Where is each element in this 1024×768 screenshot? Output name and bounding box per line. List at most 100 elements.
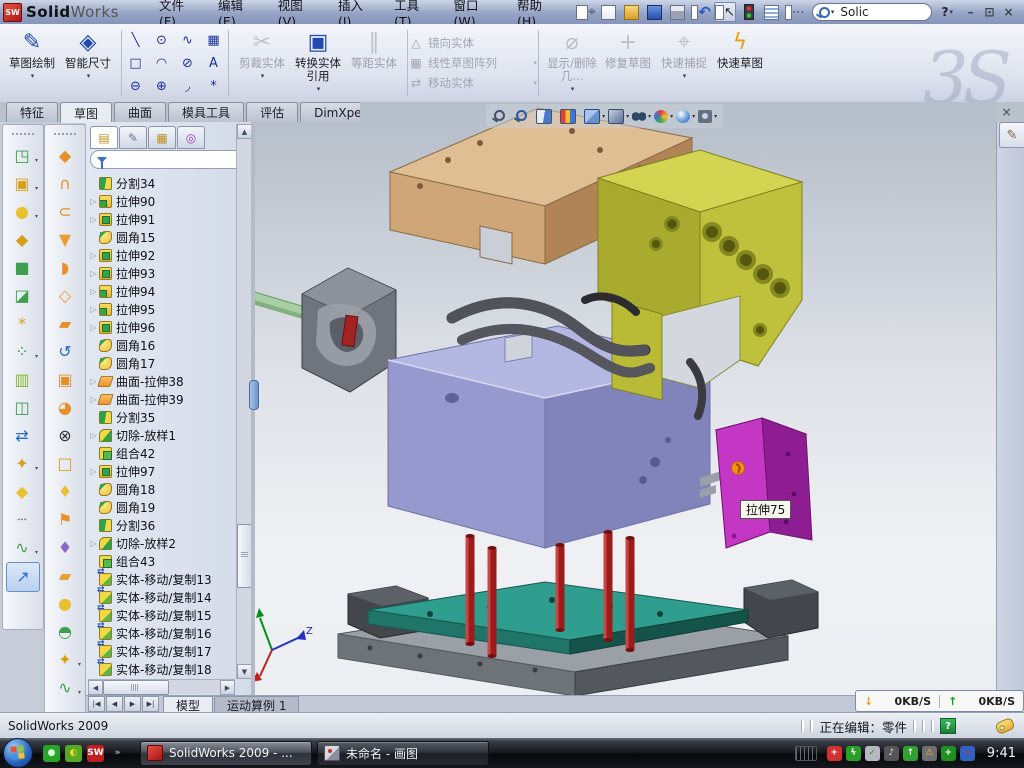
toolbar-icon[interactable] xyxy=(622,3,642,21)
view-tool-button[interactable]: ▾ xyxy=(676,110,695,123)
tree-item[interactable]: 曲面-拉伸38 xyxy=(88,372,236,390)
tree-item[interactable]: 拉伸92 xyxy=(88,246,236,264)
tag-icon[interactable] xyxy=(994,717,1015,735)
toolbar-icon[interactable] xyxy=(599,3,619,21)
panel-splitter-handle[interactable] xyxy=(249,380,259,410)
feature-tool-button[interactable]: ◆ ▾ xyxy=(6,478,38,506)
window-button[interactable]: – xyxy=(961,4,980,20)
ribbon-tab[interactable]: 曲面 xyxy=(114,102,166,122)
sketch-entity-button[interactable]: A xyxy=(201,52,227,75)
expand-arrow-icon[interactable] xyxy=(88,467,99,476)
expand-arrow-icon[interactable] xyxy=(88,215,99,224)
tab-nav-button[interactable]: |◀ xyxy=(88,696,105,712)
tree-item[interactable]: 拉伸97 xyxy=(88,462,236,480)
command-button[interactable]: ⇄ 移动实体 ▾ xyxy=(409,73,537,93)
tree-item[interactable]: 实体-移动/复制14 xyxy=(88,588,236,606)
model-magenta-block[interactable] xyxy=(716,418,812,548)
command-button[interactable]: ⌀ 显示/删除几... ▾ xyxy=(544,27,600,99)
toolbar-icon[interactable] xyxy=(762,3,782,21)
language-bar-icon[interactable] xyxy=(795,746,817,761)
tab-nav-button[interactable]: ▶ xyxy=(124,696,141,712)
tray-icon[interactable]: + xyxy=(941,746,956,761)
feature-tool-button[interactable]: ┄ ▾ xyxy=(6,506,38,534)
tree-item[interactable]: 实体-移动/复制17 xyxy=(88,642,236,660)
toolbar-icon[interactable] xyxy=(668,3,688,21)
manager-tab[interactable]: ◎ xyxy=(177,126,205,149)
feature-tool-button[interactable]: ◪ ▾ xyxy=(6,282,38,310)
tree-item[interactable]: 组合43 xyxy=(88,552,236,570)
tree-item[interactable]: 圆角15 xyxy=(88,228,236,246)
sketch-entity-button[interactable]: ⊙ xyxy=(149,29,175,52)
ribbon-tab[interactable]: 草图 xyxy=(60,102,112,123)
surface-tool-button[interactable]: ◆ ▾ xyxy=(49,142,81,170)
feature-tool-button[interactable]: ● ▾ xyxy=(6,198,38,226)
surface-tool-button[interactable]: ◕ ▾ xyxy=(49,394,81,422)
tray-icon[interactable]: ϟ xyxy=(846,746,861,761)
window-button[interactable]: ⊡ xyxy=(980,4,999,20)
surface-tool-button[interactable]: ∿ ▾ xyxy=(49,674,81,702)
tree-item[interactable]: 圆角17 xyxy=(88,354,236,372)
view-tool-button[interactable]: ▾ xyxy=(632,110,651,123)
feature-tool-button[interactable]: ■ ▾ xyxy=(6,254,38,282)
feature-tool-button[interactable]: ◫ ▾ xyxy=(6,394,38,422)
toolbar-grip[interactable] xyxy=(12,133,34,138)
tray-icon[interactable]: ♪ xyxy=(884,746,899,761)
sketch-entity-button[interactable]: ◠ xyxy=(149,52,175,75)
toolbar-icon[interactable]: ⋯ xyxy=(785,3,805,21)
command-button[interactable]: ✎ 草图绘制 ▾ xyxy=(4,27,60,99)
command-button[interactable]: ▦ 线性草图阵列 ▾ xyxy=(409,53,537,73)
expand-arrow-icon[interactable] xyxy=(88,251,99,260)
tree-item[interactable]: 曲面-拉伸39 xyxy=(88,390,236,408)
scrollbar-thumb[interactable] xyxy=(103,680,169,695)
manager-tab[interactable]: ✎ xyxy=(119,126,147,149)
tree-item[interactable]: 切除-放样2 xyxy=(88,534,236,552)
tree-item[interactable]: 分割36 xyxy=(88,516,236,534)
tab-nav-button[interactable]: ◀ xyxy=(106,696,123,712)
surface-tool-button[interactable]: ⊗ ▾ xyxy=(49,422,81,450)
tray-icon[interactable]: + xyxy=(827,746,842,761)
tree-item[interactable]: 拉伸95 xyxy=(88,300,236,318)
tray-icon[interactable]: ↑ xyxy=(903,746,918,761)
tab-nav-button[interactable]: ▶| xyxy=(142,696,159,712)
sketch-entity-button[interactable]: ◞ xyxy=(175,75,201,98)
expand-arrow-icon[interactable] xyxy=(88,323,99,332)
tree-item[interactable]: 拉伸93 xyxy=(88,264,236,282)
feature-tool-button[interactable]: * ▾ xyxy=(6,310,38,338)
tree-item[interactable]: 拉伸96 xyxy=(88,318,236,336)
toolbar-icon[interactable]: ↶ xyxy=(691,3,711,21)
window-button[interactable]: × xyxy=(999,4,1018,20)
toolbar-icon[interactable] xyxy=(645,3,665,21)
expand-arrow-icon[interactable] xyxy=(88,287,99,296)
model-yellow-clamp[interactable] xyxy=(598,150,802,400)
tree-item[interactable]: 切除-放样1 xyxy=(88,426,236,444)
feature-tool-button[interactable]: ◆ ▾ xyxy=(6,226,38,254)
expand-arrow-icon[interactable] xyxy=(88,269,99,278)
sketch-entity-button[interactable]: * xyxy=(201,75,227,98)
toolbar-grip[interactable] xyxy=(54,133,76,138)
search-input[interactable]: Solic xyxy=(840,5,868,19)
task-window-button[interactable]: 未命名 - 画图 xyxy=(317,741,489,766)
task-pane-tab[interactable]: ✎ xyxy=(999,122,1024,148)
command-button[interactable]: + 修复草图 ▾ xyxy=(600,27,656,99)
tree-horizontal-scrollbar[interactable]: ◀ ▶ xyxy=(88,679,235,694)
feature-tool-button[interactable]: ▥ ▾ xyxy=(6,366,38,394)
ribbon-tab[interactable]: 特征 xyxy=(6,102,58,122)
surface-tool-button[interactable]: □ ▾ xyxy=(49,450,81,478)
task-window-button[interactable]: SolidWorks 2009 - ... xyxy=(140,741,312,766)
feature-tool-button[interactable]: ◳ ▾ xyxy=(6,142,38,170)
surface-tool-button[interactable]: ◇ ▾ xyxy=(49,282,81,310)
document-tab[interactable]: 运动算例 1 xyxy=(214,696,299,713)
sketch-entity-button[interactable]: ∿ xyxy=(175,29,201,52)
toolbar-icon[interactable] xyxy=(739,3,759,21)
tree-item[interactable]: 分割35 xyxy=(88,408,236,426)
ribbon-tab[interactable]: 模具工具 xyxy=(168,102,244,122)
document-tab[interactable]: 模型 xyxy=(163,696,213,713)
tree-item[interactable]: 组合42 xyxy=(88,444,236,462)
feature-tool-button[interactable]: ▣ ▾ xyxy=(6,170,38,198)
toolbar-icon[interactable]: ⌖ xyxy=(576,3,596,21)
help-button[interactable]: ? xyxy=(942,5,949,19)
tree-item[interactable]: 实体-移动/复制15 xyxy=(88,606,236,624)
scrollbar-thumb[interactable] xyxy=(237,524,252,588)
tray-icon[interactable]: ✓ xyxy=(865,746,880,761)
sketch-entity-button[interactable]: ╲ xyxy=(123,29,149,52)
